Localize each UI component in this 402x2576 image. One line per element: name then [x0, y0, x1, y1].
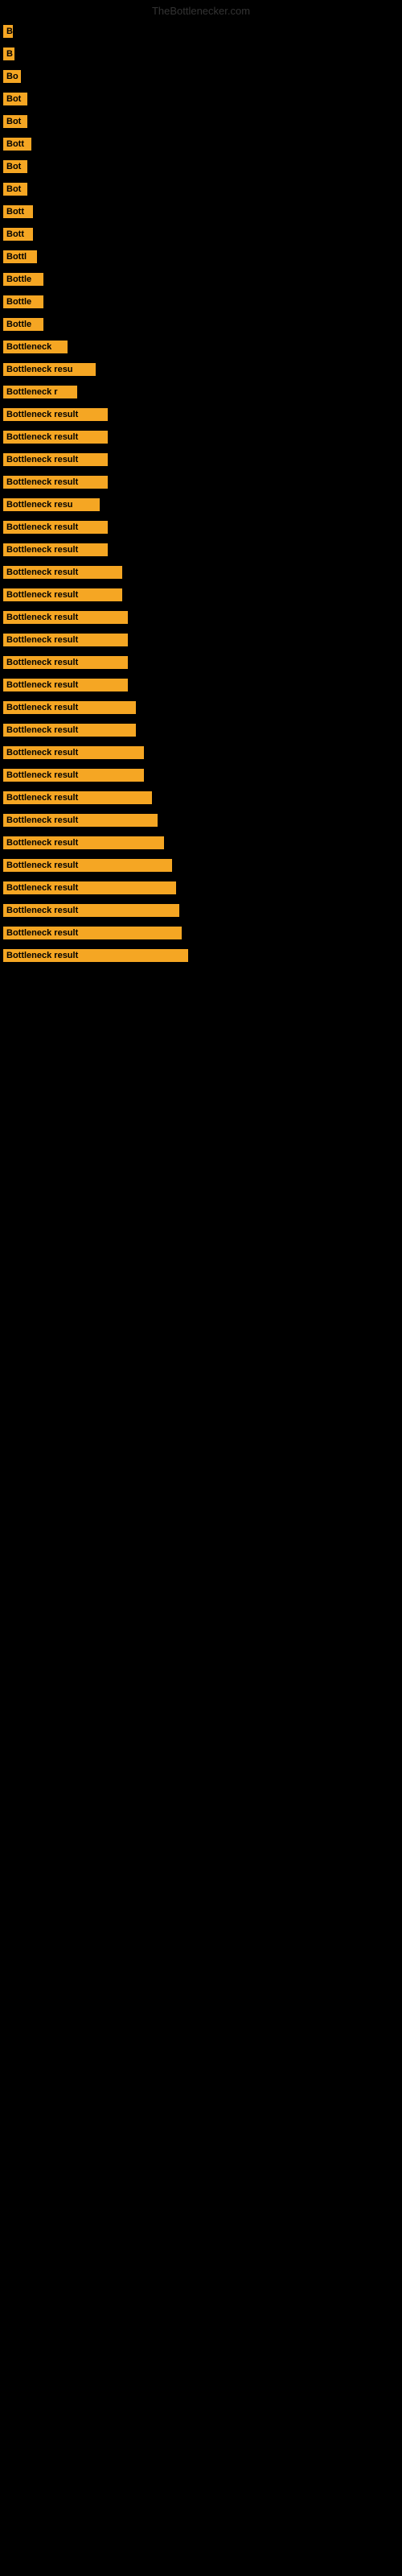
bar-row: Bot: [0, 178, 402, 200]
bar-label: Bottleneck result: [3, 769, 144, 782]
bar-label: Bottleneck result: [3, 859, 172, 872]
bar-row: Bottleneck result: [0, 516, 402, 539]
bar-label: B: [3, 25, 13, 38]
bar-row: Bottle: [0, 291, 402, 313]
bar-label: Bottle: [3, 295, 43, 308]
bar-row: Bottleneck result: [0, 741, 402, 764]
bar-row: Bottleneck result: [0, 539, 402, 561]
bar-label: Bottleneck result: [3, 521, 108, 534]
bar-label: Bottleneck result: [3, 656, 128, 669]
bar-label: Bottleneck: [3, 341, 68, 353]
bars-container: BB Bo Bot Bot Bott Bot Bot Bott Bott Bottl Bottle B…: [0, 20, 402, 967]
bar-row: Bott: [0, 200, 402, 223]
bar-label: Bottleneck result: [3, 791, 152, 804]
bar-row: Bottleneck result: [0, 719, 402, 741]
bar-label: B: [3, 47, 14, 60]
bar-label: Bott: [3, 205, 33, 218]
bar-row: B: [0, 43, 402, 65]
bar-label: Bot: [3, 160, 27, 173]
bar-label: Bottleneck result: [3, 724, 136, 737]
bar-row: Bo: [0, 65, 402, 88]
bar-label: Bottleneck result: [3, 836, 164, 849]
bar-row: Bottleneck result: [0, 674, 402, 696]
bar-row: Bott: [0, 223, 402, 246]
bar-label: Bottleneck result: [3, 814, 158, 827]
bar-label: Bottleneck resu: [3, 498, 100, 511]
bar-label: Bottleneck result: [3, 746, 144, 759]
bar-label: Bottleneck result: [3, 543, 108, 556]
bar-label: Bot: [3, 115, 27, 128]
site-title: TheBottlenecker.com: [0, 0, 402, 20]
bar-row: Bott: [0, 133, 402, 155]
bar-row: Bottleneck result: [0, 448, 402, 471]
bar-row: Bottleneck result: [0, 403, 402, 426]
bar-label: Bottleneck result: [3, 904, 179, 917]
bar-row: Bottleneck result: [0, 471, 402, 493]
bar-label: Bo: [3, 70, 21, 83]
bar-row: Bottleneck: [0, 336, 402, 358]
bar-label: Bottleneck resu: [3, 363, 96, 376]
bar-row: Bottleneck result: [0, 786, 402, 809]
bar-label: Bottleneck result: [3, 611, 128, 624]
bar-row: Bot: [0, 155, 402, 178]
bar-row: Bottleneck result: [0, 629, 402, 651]
bar-label: Bottl: [3, 250, 37, 263]
bar-row: Bottleneck result: [0, 877, 402, 899]
bar-label: Bottleneck result: [3, 634, 128, 646]
bar-row: Bottleneck result: [0, 899, 402, 922]
bar-row: Bottl: [0, 246, 402, 268]
bar-label: Bottleneck result: [3, 881, 176, 894]
bar-row: Bottleneck resu: [0, 493, 402, 516]
bar-label: Bottleneck result: [3, 949, 188, 962]
bar-label: Bottleneck result: [3, 431, 108, 444]
bar-label: Bott: [3, 138, 31, 151]
bar-label: Bot: [3, 183, 27, 196]
bar-row: Bottleneck result: [0, 944, 402, 967]
bar-row: Bottleneck resu: [0, 358, 402, 381]
bar-row: Bottleneck result: [0, 854, 402, 877]
bar-row: Bottleneck result: [0, 426, 402, 448]
bar-row: Bottle: [0, 313, 402, 336]
bar-row: Bottleneck result: [0, 922, 402, 944]
bar-label: Bottleneck result: [3, 701, 136, 714]
bar-row: Bottleneck result: [0, 832, 402, 854]
bar-row: Bottleneck result: [0, 584, 402, 606]
bar-row: B: [0, 20, 402, 43]
bar-label: Bottleneck r: [3, 386, 77, 398]
bar-row: Bottleneck r: [0, 381, 402, 403]
bar-row: Bottleneck result: [0, 561, 402, 584]
bar-label: Bottleneck result: [3, 408, 108, 421]
bar-row: Bot: [0, 110, 402, 133]
bar-row: Bottleneck result: [0, 651, 402, 674]
bar-label: Bot: [3, 93, 27, 105]
bar-row: Bottleneck result: [0, 809, 402, 832]
bar-label: Bottle: [3, 273, 43, 286]
bar-label: Bottleneck result: [3, 476, 108, 489]
bar-row: Bot: [0, 88, 402, 110]
bar-label: Bottleneck result: [3, 566, 122, 579]
bar-row: Bottleneck result: [0, 696, 402, 719]
bar-label: Bottleneck result: [3, 588, 122, 601]
bar-label: Bottle: [3, 318, 43, 331]
bar-row: Bottleneck result: [0, 606, 402, 629]
bar-label: Bottleneck result: [3, 453, 108, 466]
bar-label: Bottleneck result: [3, 927, 182, 939]
bar-label: Bottleneck result: [3, 679, 128, 691]
bar-label: Bott: [3, 228, 33, 241]
bar-row: Bottleneck result: [0, 764, 402, 786]
bar-row: Bottle: [0, 268, 402, 291]
